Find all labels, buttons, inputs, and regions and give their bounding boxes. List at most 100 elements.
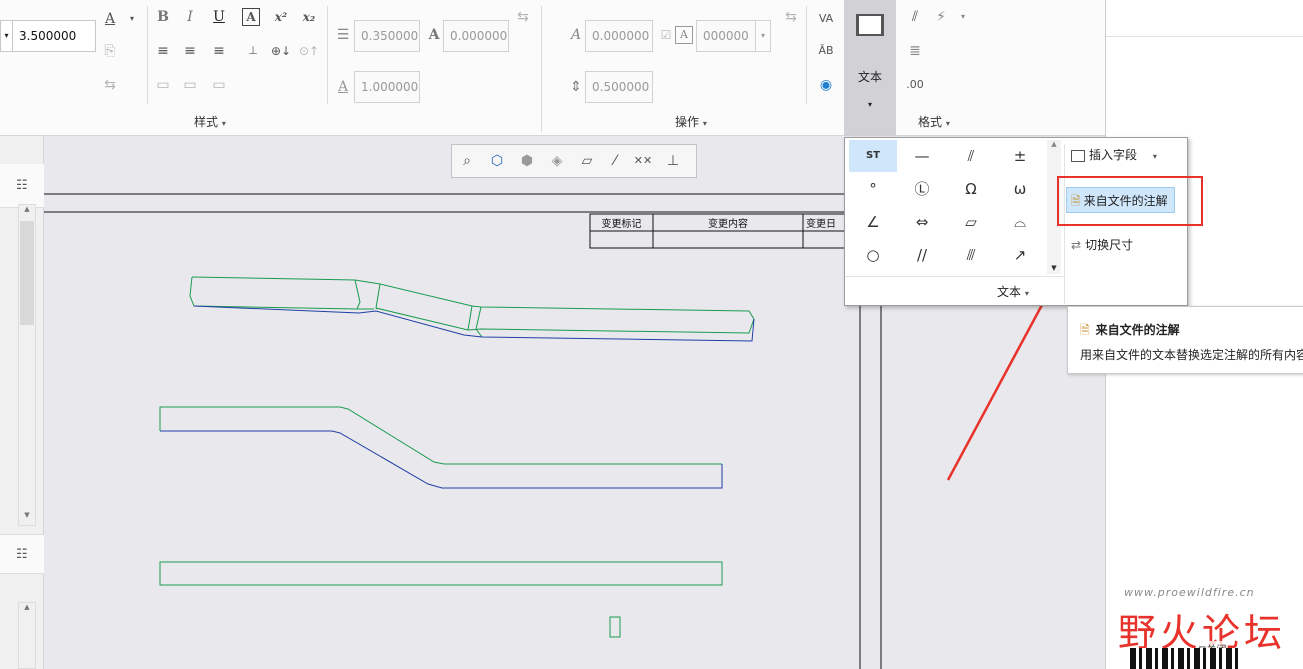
- symbol-palette-popup: ST — ⫽ ± ° Ⓛ Ωω ∠ ⇔ ▱ ⌓ ○//⫻ ↗ ▲ ▼ 文本 ▾ 插入字段 ▾ 🗎 来自文件…: [844, 137, 1203, 306]
- bold-button[interactable]: B: [152, 6, 174, 28]
- tree-icon[interactable]: ☷: [16, 178, 28, 193]
- hyperlink-icon[interactable]: ◉: [815, 74, 837, 96]
- line-spacing-field[interactable]: 0.500000: [585, 71, 653, 103]
- upper-3d-part: [189, 276, 755, 342]
- symbol-cylindricity[interactable]: ⫻: [947, 239, 995, 271]
- title-block-header-1: 变更标记: [601, 219, 642, 230]
- insert-field-item[interactable]: 插入字段 ▾: [1071, 146, 1157, 163]
- format-copy-icon[interactable]: ≣: [904, 40, 926, 62]
- insert-field-icon: [1071, 149, 1085, 162]
- left-model-tree-panel: ☷ ▲ ▼ ☷ ▲: [0, 136, 44, 669]
- palette-footer-label[interactable]: 文本 ▾: [997, 283, 1029, 300]
- tooltip-title: 🗎 来自文件的注解: [1080, 323, 1180, 337]
- angle-field[interactable]: 0.000000: [585, 20, 653, 52]
- mirror-field[interactable]: 000000: [696, 20, 756, 52]
- left-scrollbar[interactable]: ▲ ▼: [18, 204, 36, 526]
- scroll-up-icon[interactable]: ▲: [19, 205, 35, 219]
- text-height-field[interactable]: 3.500000: [12, 20, 96, 52]
- decimal-icon[interactable]: .00: [904, 74, 926, 96]
- format-group-label[interactable]: 格式 ▾: [918, 113, 950, 130]
- symbol-parallelogram[interactable]: ▱: [947, 206, 995, 238]
- tooltip-description: 用来自文件的文本替换选定注解的所有内容: [1080, 348, 1303, 362]
- superscript-button[interactable]: x²: [270, 6, 292, 28]
- align-down-icon[interactable]: ⊕↓: [270, 40, 292, 62]
- right-panel-topline: [1106, 36, 1303, 37]
- small-marker: [609, 616, 621, 638]
- symbol-omega[interactable]: Ω: [947, 173, 995, 205]
- symbol-profile-surface[interactable]: ⌓: [996, 206, 1044, 238]
- symbol-small-omega[interactable]: ω: [996, 173, 1044, 205]
- copy-format-icon[interactable]: ⎘: [99, 40, 121, 62]
- align-center-icon[interactable]: ≡: [179, 40, 201, 62]
- text-big-button[interactable]: 文本 ▾: [844, 0, 896, 136]
- text-box-icon: [856, 14, 884, 36]
- qr-code-icon: [1130, 648, 1238, 669]
- align-baseline-icon[interactable]: ⊥: [242, 40, 264, 62]
- watermark-url: www.proewildfire.cn: [1124, 586, 1255, 599]
- symbol-least-material[interactable]: Ⓛ: [898, 173, 946, 205]
- valign-bottom-icon[interactable]: ▭: [208, 74, 230, 96]
- valign-middle-icon[interactable]: ▭: [179, 74, 201, 96]
- slant-icon: ☰: [336, 27, 350, 43]
- layer-header: ☷: [0, 534, 44, 574]
- middle-profile: [159, 406, 723, 489]
- symbol-circle[interactable]: ○: [849, 239, 897, 271]
- scroll-thumb[interactable]: [20, 221, 34, 325]
- toggle-dimension-item[interactable]: ⇄ 切换尺寸: [1071, 236, 1133, 253]
- style-group-label[interactable]: 样式 ▾: [194, 113, 226, 130]
- symbol-angle[interactable]: ∠: [849, 206, 897, 238]
- symbol-degree[interactable]: °: [849, 173, 897, 205]
- palette-footer-sep: [845, 276, 1063, 277]
- scroll-up-2-icon[interactable]: ▲: [19, 603, 35, 617]
- mirror-dropdown-arrow[interactable]: ▾: [755, 20, 771, 52]
- ops-swap2-icon[interactable]: ⇆: [780, 6, 802, 28]
- left-scrollbar-2[interactable]: ▲: [18, 602, 36, 669]
- slant-field[interactable]: 0.350000: [354, 20, 420, 52]
- align-up-icon[interactable]: ⊙↑: [298, 40, 320, 62]
- text-color-button[interactable]: A: [99, 8, 121, 30]
- symbol-plus-minus[interactable]: ±: [996, 140, 1044, 172]
- red-highlight-box: [1057, 176, 1203, 226]
- scroll-down-icon[interactable]: ▼: [19, 511, 35, 525]
- spacing-icon: A: [337, 79, 349, 95]
- spacing-field[interactable]: 1.000000: [354, 71, 420, 103]
- symbol-parallel[interactable]: ⫽: [947, 140, 995, 172]
- align-right-icon[interactable]: ≡: [208, 40, 230, 62]
- italic-button[interactable]: I: [179, 6, 201, 28]
- mirror-checkbox[interactable]: ☑: [655, 24, 677, 46]
- swap-icon[interactable]: ⇆: [99, 74, 121, 96]
- line-spacing-icon: ⇕: [570, 79, 582, 95]
- title-block-header-2: 变更内容: [708, 219, 748, 230]
- underline-button[interactable]: U: [208, 6, 230, 28]
- symbol-arrow[interactable]: ↗: [996, 239, 1044, 271]
- hatch-icon[interactable]: ⫽: [904, 6, 926, 28]
- width-factor-icon: A: [428, 27, 440, 43]
- text-color-dropdown[interactable]: ▾: [121, 8, 143, 30]
- text-big-button-label: 文本: [857, 70, 882, 84]
- tooltip: 🗎 来自文件的注解 用来自文件的文本替换选定注解的所有内容: [1067, 306, 1303, 374]
- text-big-button-caret: ▾: [867, 100, 872, 109]
- subscript-button[interactable]: x₂: [298, 6, 320, 28]
- symbol-grid: ST — ⫽ ± ° Ⓛ Ωω ∠ ⇔ ▱ ⌓ ○//⫻ ↗: [849, 140, 1045, 272]
- valign-top-icon[interactable]: ▭: [152, 74, 174, 96]
- lightning-icon[interactable]: ⚡: [930, 6, 952, 28]
- bottom-profile: [159, 561, 723, 586]
- symbol-line[interactable]: —: [898, 140, 946, 172]
- frame-text-button[interactable]: A: [242, 8, 260, 26]
- text-replace-icon[interactable]: ĀB: [815, 40, 837, 62]
- palette-scroll-up-icon[interactable]: ▲: [1047, 140, 1061, 148]
- align-left-icon[interactable]: ≡: [152, 40, 174, 62]
- height-dropdown-arrow[interactable]: ▾: [0, 20, 12, 52]
- format-dropdown[interactable]: ▾: [952, 6, 974, 28]
- layer-icon[interactable]: ☷: [16, 547, 28, 562]
- width-factor-field[interactable]: 0.000000: [443, 20, 509, 52]
- angle-icon: A: [570, 27, 582, 43]
- operations-group-label[interactable]: 操作 ▾: [675, 113, 707, 130]
- ops-swap-icon[interactable]: ⇆: [512, 6, 534, 28]
- toggle-dim-icon: ⇄: [1071, 238, 1082, 252]
- palette-scroll-down-icon[interactable]: ▼: [1047, 264, 1061, 272]
- text-style-icon[interactable]: VA: [815, 8, 837, 30]
- symbol-symmetric[interactable]: ⇔: [898, 206, 946, 238]
- symbol-statistical[interactable]: ST: [849, 140, 897, 172]
- symbol-double-slash[interactable]: //: [898, 239, 946, 271]
